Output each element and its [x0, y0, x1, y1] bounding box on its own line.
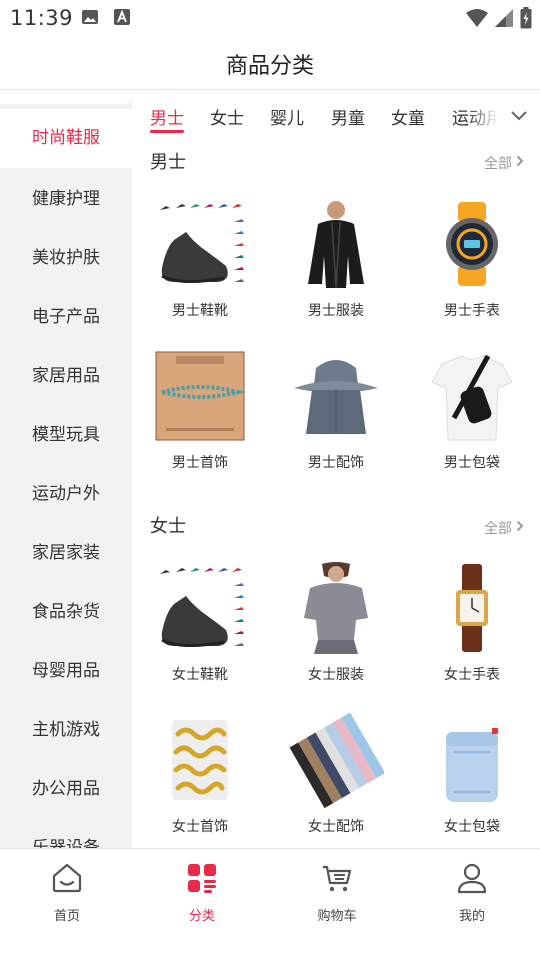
product-label: 男士手表 — [444, 303, 500, 319]
product-label: 男士鞋靴 — [172, 303, 228, 319]
jacket-icon — [288, 196, 384, 292]
see-all-women-link[interactable]: 全部 — [484, 518, 524, 538]
status-bar: 11:39 — [0, 0, 540, 36]
product-label: 男士服装 — [308, 303, 364, 319]
category-icon — [185, 861, 219, 895]
bracelet-icon — [152, 348, 248, 444]
sidebar-item-grocery[interactable]: 食品杂货 — [0, 583, 132, 642]
profile-icon — [455, 861, 489, 895]
product-men-clothing[interactable]: 男士服装 — [268, 196, 404, 320]
product-women-watches[interactable]: 女士手表 — [404, 560, 540, 684]
chevron-down-icon — [511, 106, 527, 125]
sidebar-item-beauty[interactable]: 美妆护肤 — [0, 229, 132, 288]
sidebar-item-home-decor[interactable]: 家居家装 — [0, 524, 132, 583]
bag-icon — [424, 712, 520, 808]
product-label: 女士鞋靴 — [172, 667, 228, 683]
sidebar-item-instruments[interactable]: 乐器设备 — [0, 819, 132, 848]
top-icon — [288, 560, 384, 656]
page-title: 商品分类 — [225, 54, 314, 79]
sleeves-icon — [288, 712, 386, 809]
bottom-nav: 首页 分类 购物车 我的 — [0, 848, 540, 960]
signal-icon — [494, 8, 514, 32]
tab-baby[interactable]: 婴儿 — [270, 104, 304, 129]
home-icon — [50, 861, 84, 895]
product-label: 女士首饰 — [172, 819, 228, 835]
see-all-men-link[interactable]: 全部 — [484, 153, 524, 173]
tab-men[interactable]: 男士 — [150, 104, 184, 129]
sidebar-item-health[interactable]: 健康护理 — [0, 170, 132, 229]
section-title-women: 女士 — [150, 516, 186, 537]
status-time: 11:39 — [10, 6, 74, 30]
product-men-watches[interactable]: 男士手表 — [404, 196, 540, 320]
cart-icon — [320, 861, 354, 895]
product-label: 女士服装 — [308, 667, 364, 683]
battery-icon — [520, 7, 532, 33]
shoe-icon — [152, 196, 248, 292]
tabs-expand-button[interactable] — [498, 92, 540, 138]
active-tab-indicator — [150, 130, 184, 133]
section-title-men: 男士 — [150, 152, 186, 173]
product-women-bags[interactable]: 女士包袋 — [404, 712, 540, 836]
hair-clip-icon — [152, 712, 248, 808]
see-all-label: 全部 — [484, 521, 512, 537]
nav-profile[interactable]: 我的 — [422, 861, 522, 924]
product-label: 女士手表 — [444, 667, 500, 683]
product-women-clothing[interactable]: 女士服装 — [268, 560, 404, 684]
image-icon — [81, 8, 99, 30]
product-women-shoes[interactable]: 女士鞋靴 — [132, 560, 268, 684]
product-label: 女士包袋 — [444, 819, 500, 835]
chevron-right-icon — [516, 520, 524, 536]
product-category-content: 男士 全部 男士鞋靴 男士服装 男士手表 男士首饰 男士配饰 男士包袋 女士 全… — [132, 138, 540, 848]
product-label: 男士包袋 — [444, 455, 500, 471]
product-women-accessories[interactable]: 女士配饰 — [268, 712, 404, 836]
subcategory-tabs: 男士 女士 婴儿 男童 女童 运动用 — [132, 92, 540, 138]
sidebar-item-fashion[interactable]: 时尚鞋服 — [0, 109, 132, 168]
app-header: 商品分类 — [0, 36, 540, 90]
status-notification-icons — [81, 8, 131, 30]
category-sidebar[interactable]: 时尚鞋服 健康护理 美妆护肤 电子产品 家居用品 模型玩具 运动户外 家居家装 … — [0, 90, 132, 848]
sidebar-item-outdoor[interactable]: 运动户外 — [0, 465, 132, 524]
product-men-shoes[interactable]: 男士鞋靴 — [132, 196, 268, 320]
nav-cart[interactable]: 购物车 — [287, 861, 387, 924]
product-men-bags[interactable]: 男士包袋 — [404, 348, 540, 472]
nav-label: 我的 — [458, 909, 485, 924]
watch-icon — [424, 196, 520, 292]
sidebar-item-games[interactable]: 主机游戏 — [0, 701, 132, 760]
font-icon — [113, 8, 131, 30]
product-label: 男士首饰 — [172, 455, 228, 471]
product-women-jewelry[interactable]: 女士首饰 — [132, 712, 268, 836]
product-label: 女士配饰 — [308, 819, 364, 835]
product-men-accessories[interactable]: 男士配饰 — [268, 348, 404, 472]
product-label: 男士配饰 — [308, 455, 364, 471]
status-system-icons — [466, 7, 532, 33]
see-all-label: 全部 — [484, 156, 512, 172]
nav-label: 首页 — [53, 909, 80, 924]
sidebar-item-office[interactable]: 办公用品 — [0, 760, 132, 819]
nav-label: 购物车 — [317, 909, 357, 924]
sidebar-item-household[interactable]: 家居用品 — [0, 347, 132, 406]
hat-icon — [288, 348, 384, 444]
wifi-icon — [466, 8, 488, 32]
nav-label: 分类 — [188, 909, 215, 924]
tab-women[interactable]: 女士 — [210, 104, 244, 129]
sidebar-item-electronics[interactable]: 电子产品 — [0, 288, 132, 347]
shoe-icon — [152, 560, 248, 656]
sidebar-item-toys[interactable]: 模型玩具 — [0, 406, 132, 465]
chevron-right-icon — [516, 155, 524, 171]
sidebar-item-baby[interactable]: 母婴用品 — [0, 642, 132, 701]
sidebar-top-stub — [0, 90, 132, 104]
product-men-jewelry[interactable]: 男士首饰 — [132, 348, 268, 472]
nav-category[interactable]: 分类 — [152, 861, 252, 924]
tab-girls[interactable]: 女童 — [391, 104, 425, 129]
tabs-fade — [468, 92, 498, 138]
tab-boys[interactable]: 男童 — [331, 104, 365, 129]
sling-bag-icon — [424, 348, 520, 444]
nav-home[interactable]: 首页 — [17, 861, 117, 924]
watch-icon — [424, 560, 520, 656]
